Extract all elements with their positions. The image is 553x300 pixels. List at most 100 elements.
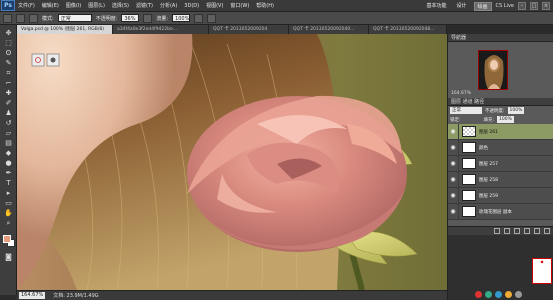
navigator-thumbnail[interactable]	[478, 50, 508, 90]
visibility-eye-icon[interactable]: ◉	[448, 171, 459, 188]
tray-app-icon[interactable]	[485, 290, 492, 298]
menu-image[interactable]: 图像(I)	[66, 2, 81, 9]
layer-row[interactable]: ◉ 玫瑰花图层 副本	[448, 203, 553, 220]
visibility-eye-icon[interactable]: ◉	[448, 203, 459, 220]
healing-brush-icon[interactable]: ✚	[3, 89, 14, 98]
menu-view[interactable]: 视图(V)	[206, 2, 223, 9]
system-tray	[472, 288, 553, 300]
menu-window[interactable]: 窗口(W)	[230, 2, 249, 9]
layer-row[interactable]: ◉ 图层 259	[448, 187, 553, 204]
size-pressure-icon[interactable]	[207, 13, 217, 23]
flow-field[interactable]: 100%	[172, 14, 191, 22]
opacity-label: 不透明度:	[95, 15, 118, 22]
type-tool-icon[interactable]: T	[3, 179, 14, 188]
menu-file[interactable]: 文件(F)	[18, 2, 35, 9]
cs-live-button[interactable]: CS Live	[496, 3, 514, 9]
menu-select[interactable]: 选择(S)	[112, 2, 129, 9]
tray-app-icon[interactable]	[475, 290, 482, 298]
menu-analysis[interactable]: 分析(A)	[160, 2, 177, 9]
gradient-tool-icon[interactable]: ▤	[3, 139, 14, 148]
tab-doc-3[interactable]: QQT 卡 2013052009204	[209, 25, 289, 34]
layer-row[interactable]: ◉ 图层 258	[448, 171, 553, 188]
layer-opacity-field[interactable]: 100%	[507, 107, 525, 114]
new-layer-icon[interactable]	[534, 228, 540, 234]
hand-tool-icon[interactable]: ✋	[3, 209, 14, 218]
tab-doc-4[interactable]: QQT 卡 20130520092040...	[289, 25, 369, 34]
navigator-zoom-field[interactable]: 164.67%	[451, 91, 471, 96]
toolbox: ✥ ⬚ ʘ ✎ ⌗ ⌐ ✚ ✐ ♟ ↺ ▱ ▤ ◆ ● ✒ T ▸ ▭ ✋ ⌕ …	[0, 25, 17, 295]
document-canvas[interactable]	[17, 34, 447, 290]
visibility-eye-icon[interactable]: ◉	[448, 139, 459, 156]
workspace-design-button[interactable]: 设计	[454, 2, 470, 11]
layer-thumbnail	[462, 158, 476, 169]
workspace-painting-button[interactable]: 绘画	[473, 1, 492, 11]
visibility-eye-icon[interactable]: ◉	[448, 155, 459, 172]
layer-blend-mode-select[interactable]: 正常	[450, 107, 482, 114]
zoom-level-field[interactable]: 164.67%	[19, 292, 46, 299]
visibility-eye-icon[interactable]: ◉	[448, 187, 459, 204]
move-tool-icon[interactable]: ✥	[3, 29, 14, 38]
tray-app-icon[interactable]	[515, 290, 522, 298]
quick-select-tool-icon[interactable]: ✎	[3, 59, 14, 68]
blur-tool-icon[interactable]: ◆	[3, 149, 14, 158]
eraser-tool-icon[interactable]: ▱	[3, 129, 14, 138]
menu-filter[interactable]: 滤镜(T)	[136, 2, 153, 9]
photoshop-logo: Ps	[1, 0, 15, 11]
zoom-tool-icon[interactable]: ⌕	[3, 219, 14, 228]
site-watermark-logo: ◆	[532, 258, 552, 284]
shape-tool-icon[interactable]: ▭	[3, 199, 14, 208]
layer-name: 图层 258	[479, 177, 499, 183]
lasso-tool-icon[interactable]: ʘ	[3, 49, 14, 58]
visibility-eye-icon[interactable]: ◉	[448, 123, 459, 140]
quick-mask-icon[interactable]: ◙	[3, 253, 14, 262]
history-brush-icon[interactable]: ↺	[3, 119, 14, 128]
layer-opacity-label: 不透明度:	[485, 108, 505, 114]
airbrush-icon[interactable]	[194, 13, 204, 23]
canvas-artwork	[17, 34, 447, 290]
path-select-icon[interactable]: ▸	[3, 189, 14, 198]
tray-app-icon[interactable]	[505, 290, 512, 298]
menu-edit[interactable]: 编辑(E)	[42, 2, 59, 9]
add-style-icon[interactable]	[504, 228, 510, 234]
workspace-essentials-button[interactable]: 基本功能	[423, 2, 449, 11]
new-group-icon[interactable]	[524, 228, 530, 234]
menu-3d[interactable]: 3D(D)	[184, 3, 199, 9]
tab-valga[interactable]: Valga.psd @ 100% (图层 261, RGB/8)	[17, 25, 113, 34]
clone-stamp-icon[interactable]: ♟	[3, 109, 14, 118]
tab-doc-5[interactable]: QQT 卡 20130520092048...	[369, 25, 447, 34]
layer-name: 玫瑰花图层 副本	[479, 209, 512, 215]
menu-help[interactable]: 帮助(H)	[256, 2, 274, 9]
opacity-field[interactable]: 36%	[121, 14, 140, 22]
navigator-panel: 导航器 164.67%	[447, 34, 553, 98]
link-layers-icon[interactable]	[494, 228, 500, 234]
layer-row[interactable]: ◉ 图层 257	[448, 155, 553, 172]
opacity-pressure-icon[interactable]	[143, 13, 153, 23]
add-mask-icon[interactable]	[514, 228, 520, 234]
layer-fill-field[interactable]: 100%	[497, 116, 514, 123]
brush-tool-icon[interactable]: ✐	[3, 99, 14, 108]
brush-preset-icon[interactable]	[3, 13, 12, 23]
layer-name: 颜色	[479, 145, 488, 151]
maximize-icon[interactable]: □	[530, 2, 538, 10]
layer-row[interactable]: ◉ 图层 261	[448, 123, 553, 140]
dodge-tool-icon[interactable]: ●	[3, 159, 14, 168]
layers-list: ◉ 图层 261 ◉ 颜色 ◉ 图层 257 ◉ 图层 258 ◉ 图层 259…	[448, 123, 553, 220]
marquee-tool-icon[interactable]: ⬚	[3, 39, 14, 48]
layers-panel: 图层 通道 路径 正常 不透明度: 100% 锁定: 填充: 100% ◉ 图层…	[447, 98, 553, 235]
close-icon[interactable]: ×	[542, 2, 550, 10]
tab-doc-2[interactable]: a34f4a0e3f2ed4f9422be...	[113, 25, 209, 34]
minimize-icon[interactable]: –	[518, 2, 526, 10]
mode-select[interactable]: 正常	[57, 14, 92, 22]
pen-tool-icon[interactable]: ✒	[3, 169, 14, 178]
crop-tool-icon[interactable]: ⌗	[3, 69, 14, 78]
layer-row[interactable]: ◉ 颜色	[448, 139, 553, 156]
tray-app-icon[interactable]	[495, 290, 502, 298]
brush-size-icon[interactable]	[16, 13, 25, 23]
eyedropper-tool-icon[interactable]: ⌐	[3, 79, 14, 88]
foreground-color-swatch[interactable]	[3, 235, 11, 243]
mode-label: 模式:	[42, 15, 54, 22]
menu-layer[interactable]: 图层(L)	[88, 2, 105, 9]
brush-panel-icon[interactable]	[29, 13, 38, 23]
delete-layer-icon[interactable]	[544, 228, 550, 234]
layers-panel-tabs[interactable]: 图层 通道 路径	[448, 98, 553, 106]
